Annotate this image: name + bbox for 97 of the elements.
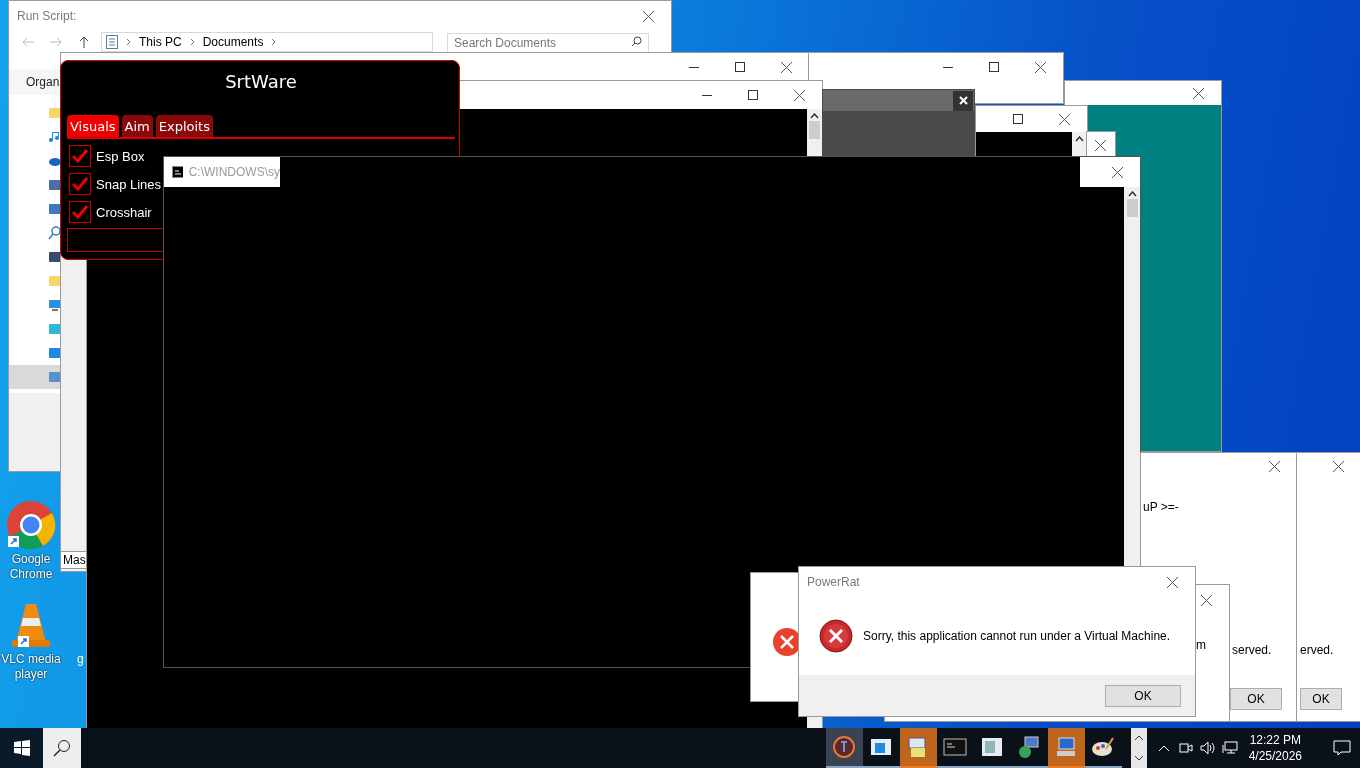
check-icon [72,149,88,163]
window-title: Run Script: [16,9,77,23]
chevron-up-icon [1158,744,1171,752]
address-bar[interactable]: This PC Documents [101,32,433,52]
option-label: Crosshair [96,204,152,220]
close-icon [1058,113,1070,125]
windows-logo-icon [13,740,30,756]
close-button[interactable] [953,90,973,111]
option-label: Snap Lines [96,176,162,192]
taskbar-app[interactable] [1047,728,1085,768]
tab[interactable]: Aim [121,115,153,137]
tab[interactable]: Visuals [67,115,119,137]
network-computer-icon [1017,735,1042,759]
document-icon [106,35,118,49]
window-title: SrtWare [225,70,297,92]
scrollbar-thumb[interactable] [1126,199,1138,217]
option-label: Esp Box [96,148,145,164]
close-icon [793,89,805,101]
close-icon [780,61,792,73]
desktop-icon [48,346,62,360]
music-icon [48,130,62,144]
close-icon [1034,61,1046,73]
document-icon [48,370,62,384]
check-icon [72,205,88,219]
dialog-text: served. [1232,643,1272,657]
clock-date: 4/25/2026 [1248,748,1303,764]
ok-button[interactable]: OK [1300,688,1342,710]
window-title: C:\WINDOWS\sy [188,165,280,179]
window-title: PowerRat [806,575,860,589]
clock[interactable]: 12:22 PM 4/25/2026 [1241,728,1310,768]
speech-bubble-icon [1332,740,1351,756]
start-button[interactable] [0,728,44,768]
gear-icon [48,202,62,216]
maximize-icon [1013,114,1023,124]
search-icon [631,36,642,47]
breadcrumb-item[interactable]: This PC [139,35,182,49]
close-icon [1094,139,1106,151]
ok-button[interactable]: OK [1230,688,1282,710]
scroll-up-icon [810,113,819,119]
folder-icon [48,274,62,288]
check-icon [72,177,88,191]
search-field[interactable]: Search Documents [447,33,649,53]
taskbar-app[interactable] [899,728,937,768]
window-label: Mas [60,551,89,569]
paint-palette-icon [1091,735,1116,759]
search-icon [52,739,71,757]
console-icon [172,166,183,178]
dialog-text: uP >=- [1143,500,1179,514]
speaker-icon [1200,741,1217,755]
checkbox[interactable] [69,201,91,223]
error-message: Sorry, this application cannot run under a Virtual Machine. [863,629,1171,643]
chevron-icon [271,38,277,46]
dialog-text: erved. [1300,643,1334,657]
breadcrumb-item[interactable]: Documents [202,35,264,49]
clock-time: 12:22 PM [1249,732,1302,748]
organize-menu[interactable]: Organ [26,75,60,89]
chevron-icon [126,38,131,46]
ok-button[interactable]: OK [1105,684,1181,707]
close-icon [1200,594,1212,606]
back-arrow-icon [22,37,34,47]
close-icon [1268,460,1280,472]
film-icon [48,250,62,264]
folder-icon [48,106,62,120]
maximize-icon [748,90,758,100]
error-icon [819,619,853,653]
checkbox[interactable] [69,173,91,195]
network-icon [1222,741,1239,755]
close-icon [958,96,968,105]
maximize-icon [735,62,745,72]
camera-icon [1179,741,1194,755]
close-icon [1332,460,1344,472]
document-window-icon [980,735,1005,759]
close-icon [1166,576,1178,588]
chevron-icon [189,38,195,46]
maximize-icon [989,62,999,72]
scrollbar-thumb[interactable] [809,121,820,139]
forward-arrow-icon [50,37,62,47]
up-arrow-icon [79,36,89,48]
monitor-icon [48,298,62,312]
scroll-up-icon [1127,191,1137,197]
search-icon [48,226,62,240]
console-icon [943,735,968,759]
checkbox[interactable] [69,145,91,167]
browser-icon [6,500,56,550]
cube-icon [48,322,62,336]
scroll-up-icon[interactable] [1134,735,1144,741]
search-button[interactable] [43,728,81,768]
close-icon [1111,166,1123,178]
scroll-up-icon [1075,136,1084,142]
tab[interactable]: Exploits [155,115,213,137]
picture-icon [48,178,62,192]
ring-logo-icon [832,735,857,759]
dialog-text: m [1196,638,1206,652]
close-icon [1192,87,1204,99]
close-icon [642,10,654,22]
taskbar-app[interactable] [825,728,863,768]
scroll-down-icon[interactable] [1134,755,1144,761]
